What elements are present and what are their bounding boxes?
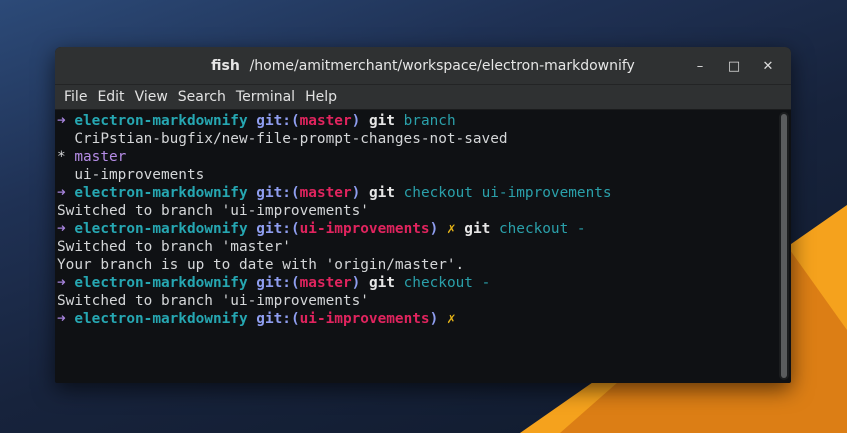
prompt-arrow-icon: ➜ <box>57 185 66 201</box>
terminal-window: fish /home/amitmerchant/workspace/electr… <box>55 47 791 383</box>
output-line: CriPstian-bugfix/new-file-prompt-changes… <box>57 130 777 148</box>
menu-view[interactable]: View <box>130 89 173 105</box>
prompt-branch: master <box>299 113 352 129</box>
prompt-git-label: git: <box>256 221 291 237</box>
menu-bar: File Edit View Search Terminal Help <box>55 85 791 110</box>
maximize-button[interactable]: □ <box>717 59 751 74</box>
prompt-line: ➜ electron-markdownify git:(master) git … <box>57 274 777 292</box>
menu-help[interactable]: Help <box>300 89 342 105</box>
output-text: Switched to branch 'ui-improvements' <box>57 293 369 309</box>
prompt-paren-close: ) <box>429 311 439 327</box>
prompt-paren-close: ) <box>429 221 439 237</box>
current-branch-name: master <box>74 149 127 165</box>
prompt-line: ➜ electron-markdownify git:(ui-improveme… <box>57 220 777 238</box>
command-args: checkout ui-improvements <box>403 185 612 201</box>
command-args: checkout - <box>403 275 491 291</box>
dirty-marker-icon: ✗ <box>446 221 456 237</box>
window-controls: – □ ✕ <box>683 47 785 85</box>
output-line: Switched to branch 'ui-improvements' <box>57 202 777 220</box>
prompt-directory: electron-markdownify <box>74 113 248 129</box>
prompt-branch: master <box>299 275 352 291</box>
output-line: Switched to branch 'master' <box>57 238 777 256</box>
menu-search[interactable]: Search <box>173 89 231 105</box>
window-title-path: /home/amitmerchant/workspace/electron-ma… <box>249 57 635 74</box>
output-text: CriPstian-bugfix/new-file-prompt-changes… <box>57 131 508 147</box>
command-name: git <box>368 185 395 201</box>
command-name: git <box>368 113 395 129</box>
prompt-arrow-icon: ➜ <box>57 275 66 291</box>
output-line: Switched to branch 'ui-improvements' <box>57 292 777 310</box>
prompt-line: ➜ electron-markdownify git:(master) git … <box>57 112 777 130</box>
current-branch-marker: * <box>57 149 75 165</box>
title-bar[interactable]: fish /home/amitmerchant/workspace/electr… <box>55 47 791 85</box>
prompt-directory: electron-markdownify <box>74 275 248 291</box>
prompt-line: ➜ electron-markdownify git:(master) git … <box>57 184 777 202</box>
prompt-paren-open: ( <box>290 221 300 237</box>
menu-edit[interactable]: Edit <box>92 89 129 105</box>
prompt-directory: electron-markdownify <box>74 185 248 201</box>
output-line: * master <box>57 148 777 166</box>
dirty-marker-icon: ✗ <box>446 311 456 327</box>
prompt-arrow-icon: ➜ <box>57 113 66 129</box>
prompt-arrow-icon: ➜ <box>57 221 66 237</box>
prompt-paren-close: ) <box>351 275 361 291</box>
vertical-scrollbar[interactable] <box>779 112 789 380</box>
command-name: git <box>368 275 395 291</box>
output-line: ui-improvements <box>57 166 777 184</box>
minimize-button[interactable]: – <box>683 59 717 74</box>
prompt-git-label: git: <box>256 185 291 201</box>
command-name: git <box>464 221 491 237</box>
output-line: Your branch is up to date with 'origin/m… <box>57 256 777 274</box>
scrollbar-thumb[interactable] <box>781 114 787 378</box>
prompt-line: ➜ electron-markdownify git:(ui-improveme… <box>57 310 777 328</box>
output-text: Switched to branch 'master' <box>57 239 291 255</box>
window-title-app: fish <box>211 57 240 74</box>
menu-terminal[interactable]: Terminal <box>231 89 300 105</box>
window-title: fish /home/amitmerchant/workspace/electr… <box>211 58 635 74</box>
output-text: Switched to branch 'ui-improvements' <box>57 203 369 219</box>
prompt-git-label: git: <box>256 113 291 129</box>
prompt-branch: ui-improvements <box>299 311 430 327</box>
prompt-paren-open: ( <box>290 311 300 327</box>
prompt-arrow-icon: ➜ <box>57 311 66 327</box>
output-text: Your branch is up to date with 'origin/m… <box>57 257 465 273</box>
prompt-paren-close: ) <box>351 185 361 201</box>
command-args: checkout - <box>498 221 586 237</box>
menu-file[interactable]: File <box>59 89 92 105</box>
prompt-paren-open: ( <box>290 113 300 129</box>
prompt-branch: ui-improvements <box>299 221 430 237</box>
prompt-branch: master <box>299 185 352 201</box>
terminal-output[interactable]: ➜ electron-markdownify git:(master) git … <box>55 110 777 383</box>
prompt-paren-open: ( <box>290 185 300 201</box>
close-button[interactable]: ✕ <box>751 59 785 74</box>
prompt-paren-open: ( <box>290 275 300 291</box>
prompt-directory: electron-markdownify <box>74 311 248 327</box>
prompt-git-label: git: <box>256 275 291 291</box>
prompt-paren-close: ) <box>351 113 361 129</box>
prompt-directory: electron-markdownify <box>74 221 248 237</box>
prompt-git-label: git: <box>256 311 291 327</box>
output-text: ui-improvements <box>57 167 205 183</box>
command-args: branch <box>403 113 456 129</box>
